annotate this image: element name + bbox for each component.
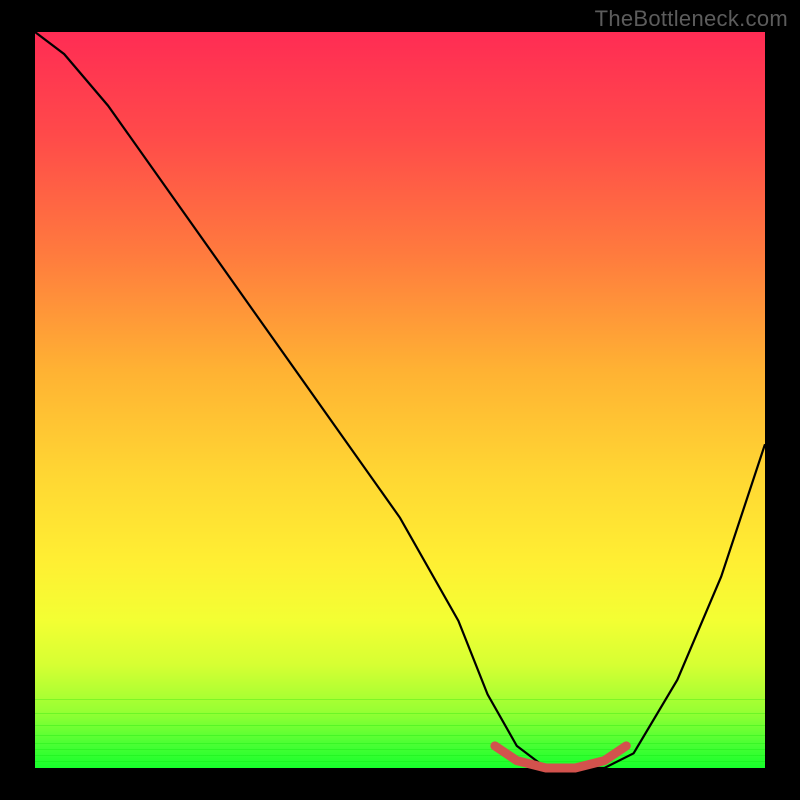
plot-area	[35, 32, 765, 768]
highlight-trough	[495, 746, 626, 768]
curve-svg	[35, 32, 765, 768]
watermark-label: TheBottleneck.com	[595, 6, 788, 32]
chart-stage: TheBottleneck.com	[0, 0, 800, 800]
bottleneck-curve	[35, 32, 765, 768]
